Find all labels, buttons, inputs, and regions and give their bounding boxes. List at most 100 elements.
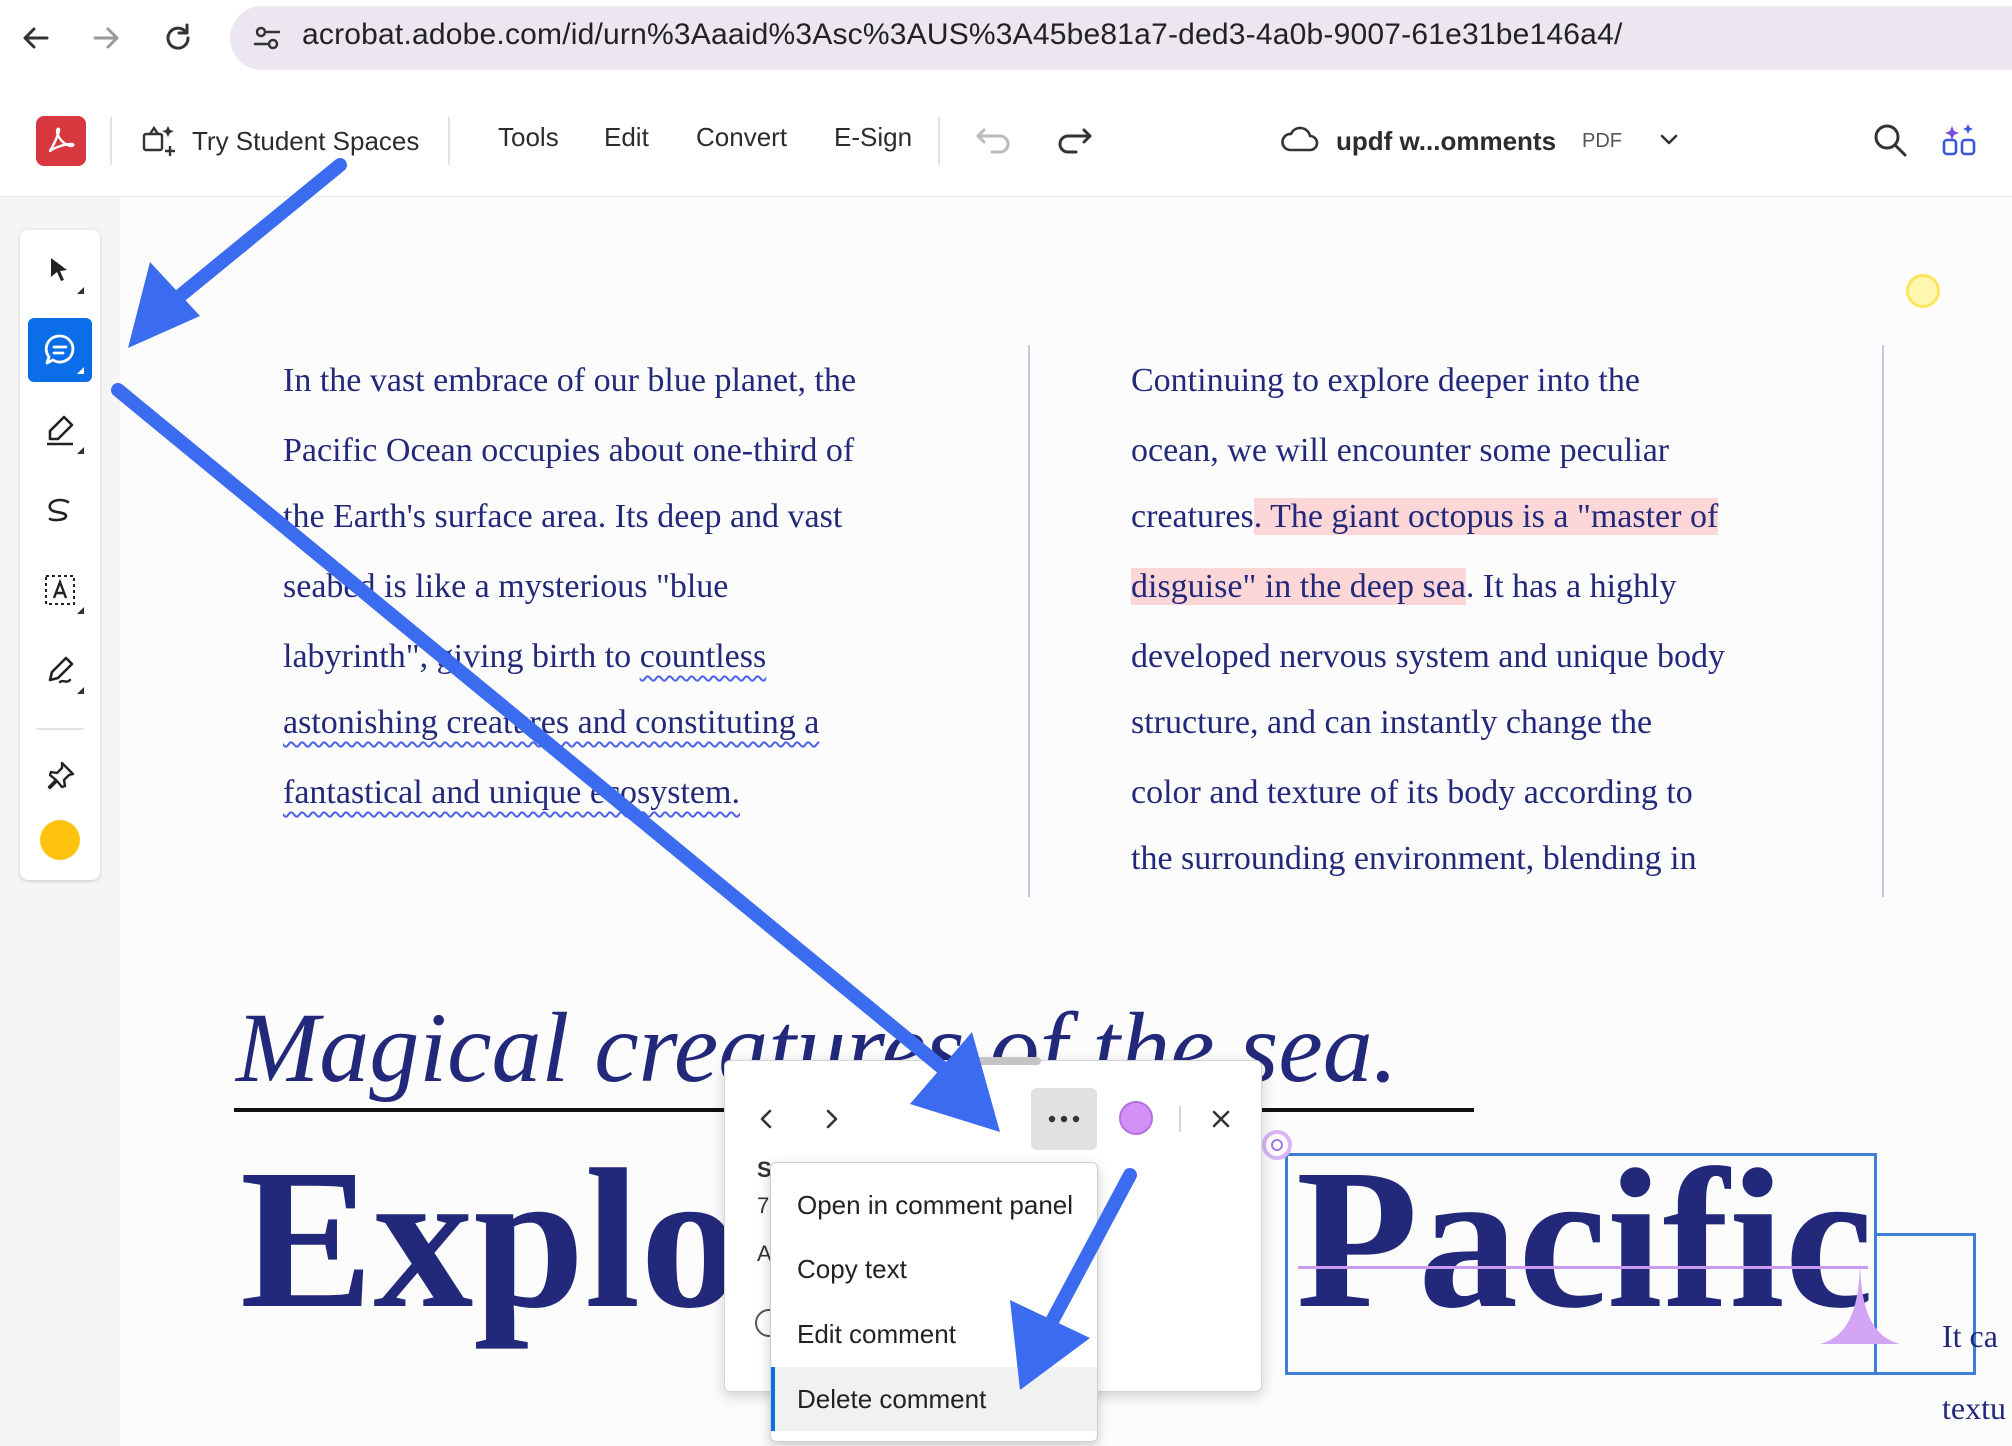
pin-tool[interactable] <box>28 744 92 808</box>
document-name[interactable]: updf w...omments <box>1336 126 1556 157</box>
reload-icon <box>166 23 190 50</box>
document-menu-button[interactable] <box>1656 126 1682 152</box>
menu-copy-text[interactable]: Copy text <box>771 1237 1097 1301</box>
student-spaces-icon <box>140 120 180 160</box>
menu-edit[interactable]: Edit <box>604 122 649 153</box>
text-segment: creatures <box>1131 498 1254 535</box>
back-arrow-icon <box>23 27 49 49</box>
squiggly-annotation[interactable]: fantastical and unique ecosystem. <box>283 774 740 812</box>
squiggly-annotation[interactable]: countless <box>640 638 767 675</box>
address-bar[interactable]: acrobat.adobe.com/id/urn%3Aaaid%3Asc%3AU… <box>230 6 2012 70</box>
side-text: It ca <box>1942 1318 1998 1354</box>
annotation-caret-icon <box>1820 1256 1900 1346</box>
chevron-right-icon <box>826 1109 838 1129</box>
text-line: Continuing to explore deeper into the <box>1131 362 1640 399</box>
tool-divider <box>36 728 84 730</box>
chevron-left-icon <box>760 1109 772 1129</box>
menu-edit-comment[interactable]: Edit comment <box>771 1302 1097 1366</box>
text-line: disguise" in the deep sea. It has a high… <box>1131 568 1676 606</box>
ai-assistant-button[interactable] <box>1940 118 1980 162</box>
annotation-toolbar <box>20 230 100 880</box>
selected-annotation-box[interactable] <box>1285 1153 1877 1375</box>
forward-button[interactable] <box>80 12 132 64</box>
more-options-icon <box>1048 1115 1080 1123</box>
column-divider <box>1882 345 1884 897</box>
text-line: the Earth's surface area. Its deep and v… <box>283 498 843 535</box>
toolbar-divider <box>448 117 450 165</box>
tool-expand-indicator <box>77 447 84 454</box>
browser-bar: acrobat.adobe.com/id/urn%3Aaaid%3Asc%3AU… <box>0 0 2012 87</box>
popup-divider <box>1179 1106 1181 1132</box>
menu-esign[interactable]: E-Sign <box>834 122 912 153</box>
text-box-tool[interactable] <box>28 558 92 622</box>
column-divider <box>1028 345 1030 897</box>
comment-color-button[interactable] <box>1119 1101 1153 1135</box>
cloud-icon <box>1280 124 1320 156</box>
acrobat-icon <box>48 127 75 153</box>
sign-tool[interactable] <box>28 638 92 702</box>
acrobat-logo[interactable] <box>36 116 86 166</box>
squiggly-annotation[interactable]: astonishing creatures and constituting a <box>283 704 819 742</box>
url-text[interactable]: acrobat.adobe.com/id/urn%3Aaaid%3Asc%3AU… <box>302 18 1622 52</box>
site-info-icon[interactable] <box>248 19 286 57</box>
forward-arrow-icon <box>93 27 119 49</box>
highlight-annotation[interactable]: disguise" in the deep sea <box>1131 568 1466 605</box>
redo-icon <box>1058 128 1092 154</box>
side-text: textu <box>1942 1390 2006 1426</box>
highlighter-icon <box>47 415 74 446</box>
drag-handle[interactable] <box>961 1057 1041 1065</box>
chevron-down-icon <box>1660 134 1678 145</box>
close-popup-button[interactable] <box>1193 1093 1249 1145</box>
close-icon <box>1212 1110 1230 1128</box>
text-line: the surrounding environment, blending in <box>1131 840 1697 877</box>
pen-color-swatch[interactable] <box>40 820 80 860</box>
try-student-spaces-button[interactable]: Try Student Spaces <box>192 126 419 157</box>
text-line: developed nervous system and unique body <box>1131 638 1725 675</box>
text-line: creatures. The giant octopus is a "maste… <box>1131 498 1719 536</box>
back-button[interactable] <box>10 12 62 64</box>
comment-options-menu: Open in comment panel Copy text Edit com… <box>770 1162 1098 1442</box>
freehand-icon <box>48 498 70 522</box>
more-options-button[interactable] <box>1031 1088 1097 1150</box>
toolbar-divider <box>938 117 940 165</box>
menu-tools[interactable]: Tools <box>498 122 559 153</box>
tool-expand-indicator <box>77 607 84 614</box>
text-line: structure, and can instantly change the <box>1131 704 1653 741</box>
reload-button[interactable] <box>152 12 204 64</box>
select-tool[interactable] <box>28 238 92 302</box>
text-segment: labyrinth", giving birth to <box>283 638 640 675</box>
menu-convert[interactable]: Convert <box>696 122 787 153</box>
app-toolbar: Try Student Spaces Tools Edit Convert E-… <box>0 86 2012 197</box>
sticky-note-marker[interactable] <box>1906 274 1940 308</box>
document-type: PDF <box>1582 130 1622 152</box>
next-comment-button[interactable] <box>803 1093 859 1145</box>
tool-expand-indicator <box>77 287 84 294</box>
highlight-annotation[interactable]: . The giant octopus is a "master of <box>1253 498 1719 535</box>
menu-open-in-comment-panel[interactable]: Open in comment panel <box>771 1173 1097 1237</box>
menu-delete-comment[interactable]: Delete comment <box>771 1367 1097 1431</box>
previous-comment-button[interactable] <box>739 1093 795 1145</box>
comment-tool[interactable] <box>28 318 92 382</box>
text-line: In the vast embrace of our blue planet, … <box>283 362 857 399</box>
search-button[interactable] <box>1870 120 1910 160</box>
pin-icon <box>47 761 75 790</box>
comment-timestamp: 7 <box>757 1193 770 1218</box>
search-icon <box>1874 124 1907 157</box>
ai-assistant-icon <box>1942 124 1976 156</box>
text-line: color and texture of its body according … <box>1131 774 1693 811</box>
undo-button[interactable] <box>974 122 1014 158</box>
text-line: labyrinth", giving birth to countless <box>283 638 766 676</box>
toolbar-divider <box>110 117 112 165</box>
highlight-tool[interactable] <box>28 398 92 462</box>
tool-expand-indicator <box>77 687 84 694</box>
text-segment: . It has a highly <box>1465 568 1677 605</box>
comment-marker[interactable] <box>1262 1130 1292 1160</box>
undo-icon <box>976 128 1010 154</box>
text-line: Pacific Ocean occupies about one-third o… <box>283 432 855 469</box>
comment-icon <box>44 334 75 365</box>
tool-expand-indicator <box>77 367 84 374</box>
text-box-icon <box>45 575 75 605</box>
draw-tool[interactable] <box>28 478 92 542</box>
cursor-icon <box>51 258 67 281</box>
redo-button[interactable] <box>1054 122 1094 158</box>
